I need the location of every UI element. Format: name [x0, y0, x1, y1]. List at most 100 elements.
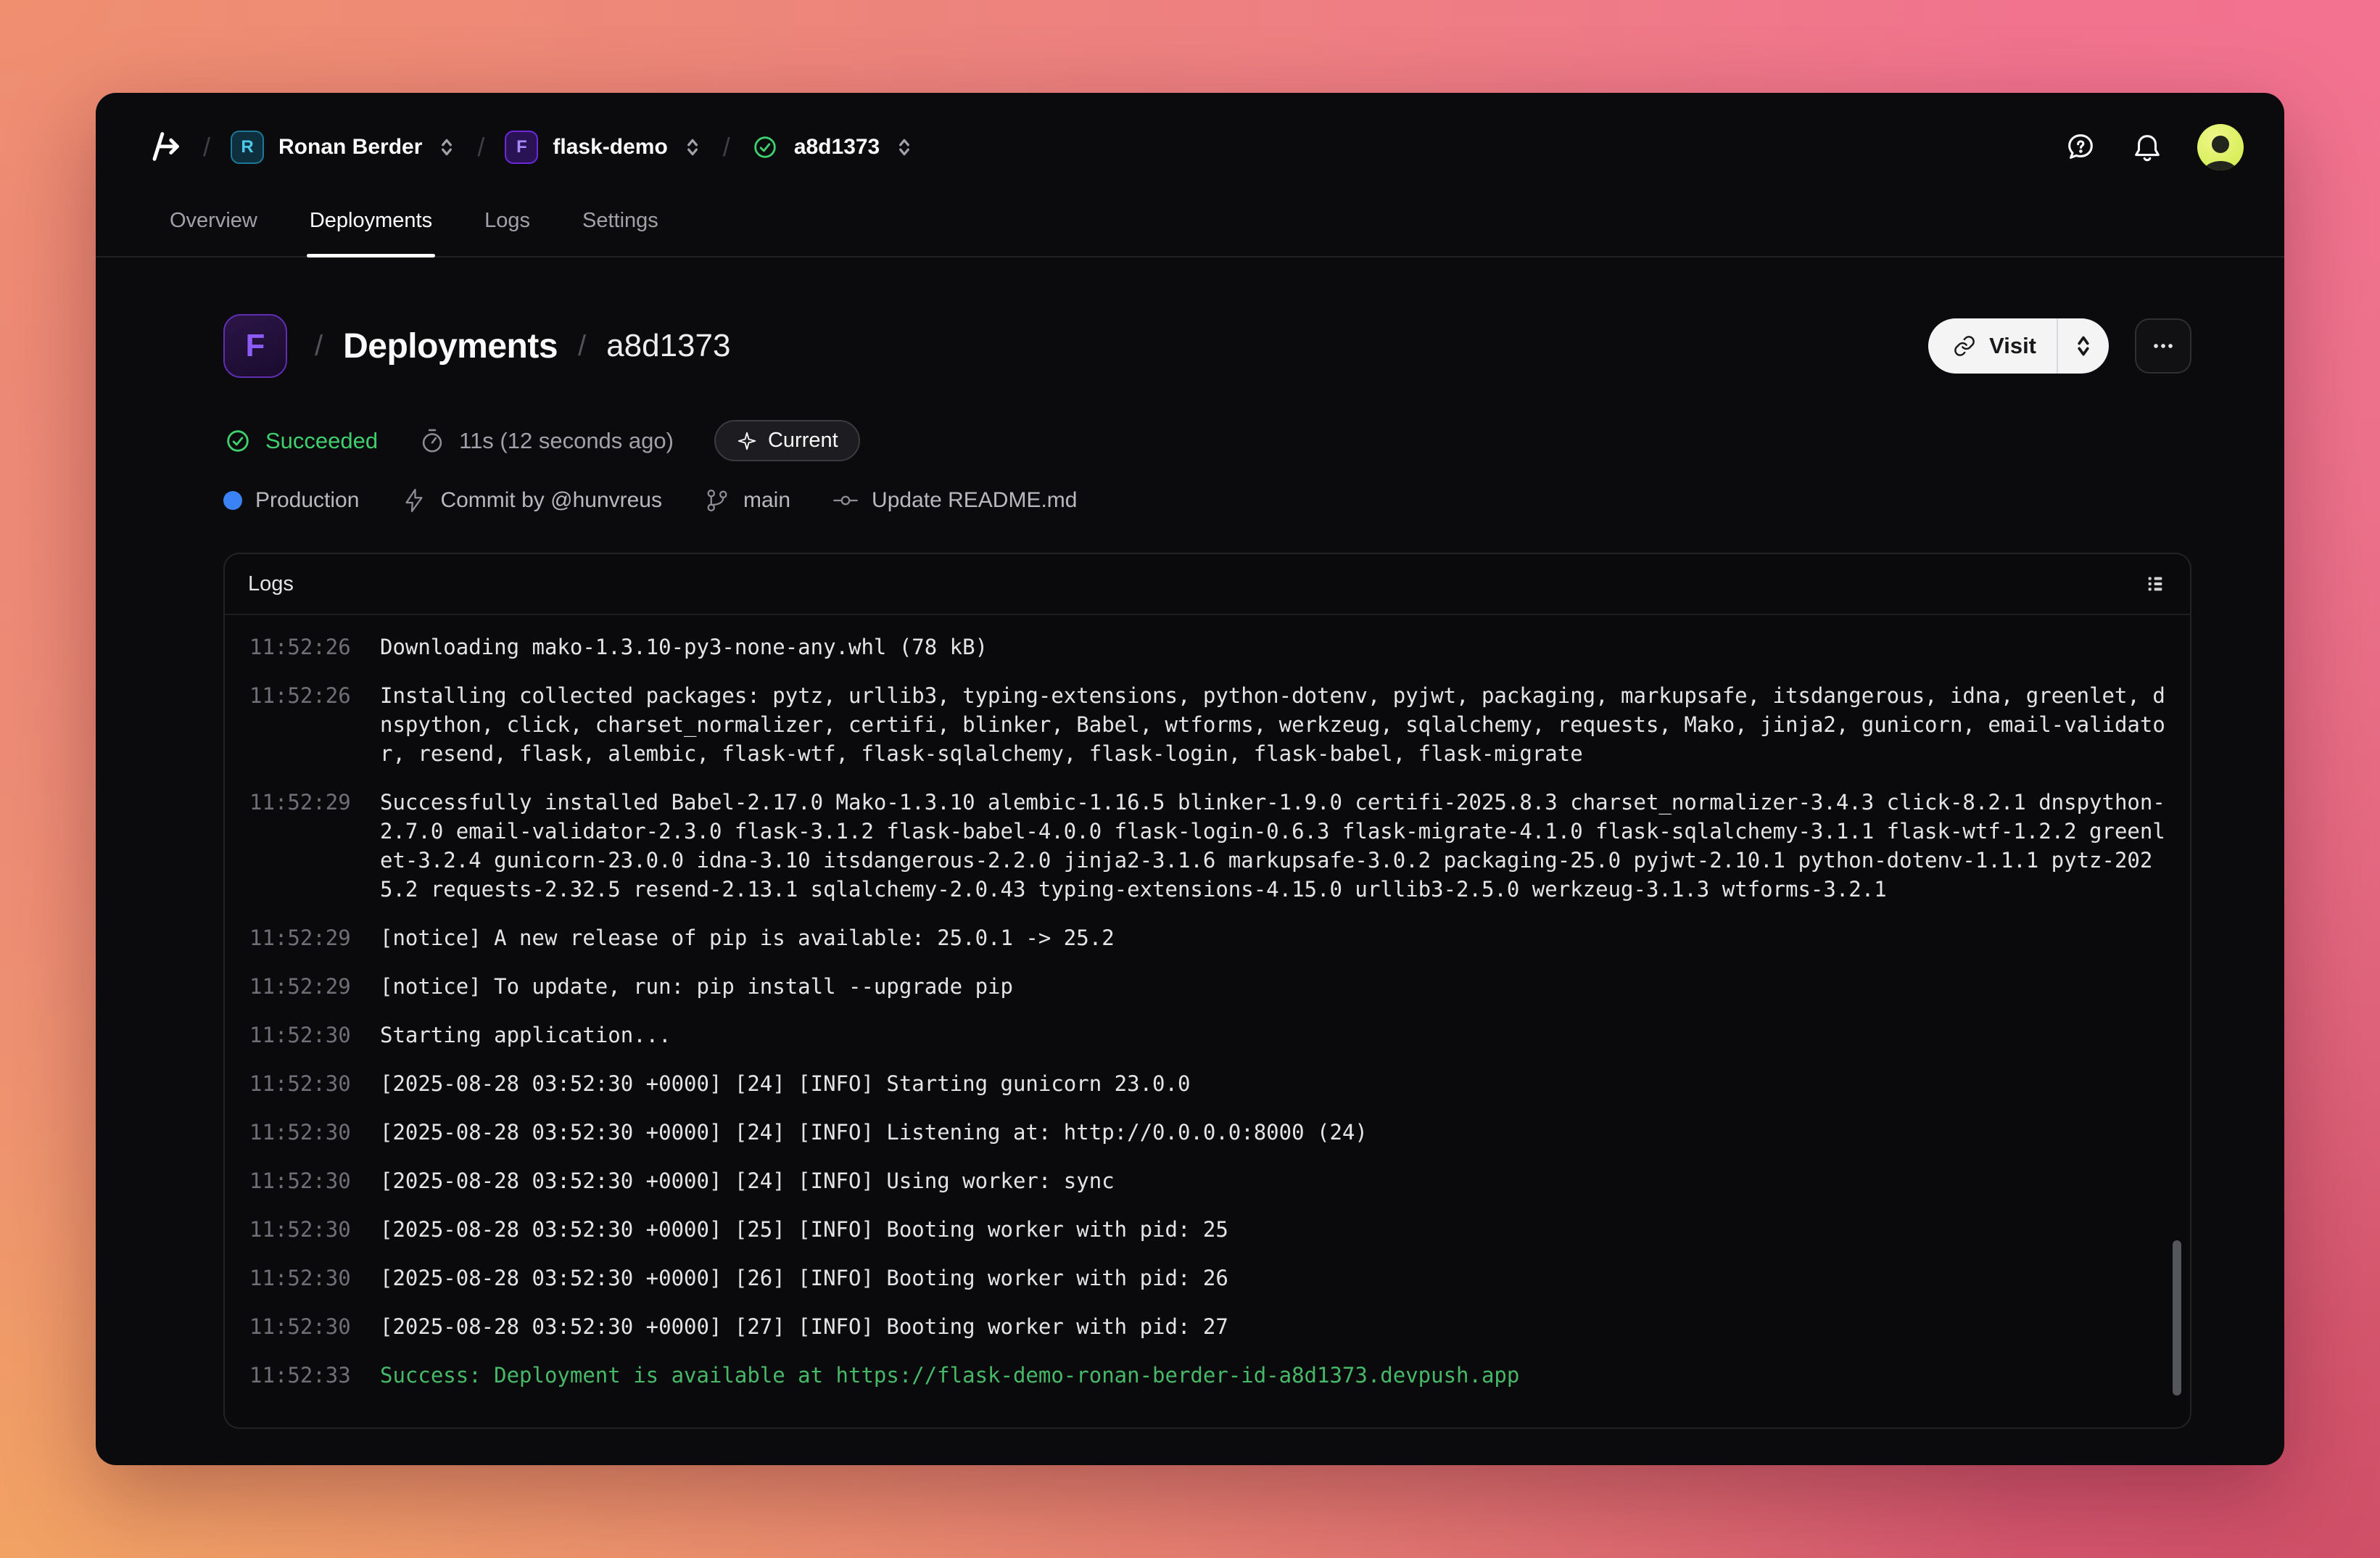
logs-panel-title: Logs: [248, 572, 294, 596]
log-entry: 11:52:29 [notice] A new release of pip i…: [249, 923, 2165, 952]
link-icon: [1953, 334, 1976, 358]
help-bubble-icon: [2064, 131, 2097, 164]
project-badge: F: [505, 131, 538, 164]
branch-item: main: [704, 487, 790, 514]
page-title-group: / Deployments / a8d1373: [315, 326, 730, 366]
log-entry: 11:52:33 Success: Deployment is availabl…: [249, 1361, 2165, 1390]
breadcrumb-separator: /: [200, 132, 213, 162]
environment-label: Production: [255, 488, 359, 513]
tab-overview[interactable]: Overview: [167, 197, 260, 256]
project-name: flask-demo: [553, 135, 667, 160]
chevron-updown-icon: [894, 136, 914, 158]
page-title: Deployments: [343, 326, 558, 366]
person-silhouette-icon: [2197, 127, 2244, 170]
log-message: [2025-08-28 03:52:30 +0000] [24] [INFO] …: [380, 1118, 2165, 1147]
log-timestamp: 11:52:26: [249, 681, 358, 768]
git-branch-icon: [704, 487, 730, 514]
log-timestamp: 11:52:33: [249, 1361, 358, 1390]
log-message: Starting application...: [380, 1021, 2165, 1050]
breadcrumb-org[interactable]: R Ronan Berder: [231, 131, 457, 164]
visit-label: Visit: [1989, 333, 2036, 359]
visit-button[interactable]: Visit: [1928, 318, 2109, 374]
tab-settings[interactable]: Settings: [579, 197, 661, 256]
log-entry: 11:52:29 [notice] To update, run: pip in…: [249, 972, 2165, 1001]
app-window: / R Ronan Berder / F flask-demo / a8d137…: [96, 93, 2284, 1465]
duration-label: 11s (12 seconds ago): [459, 428, 674, 454]
app-logo[interactable]: [145, 128, 183, 166]
logs-scrollbar-thumb[interactable]: [2173, 1240, 2181, 1396]
log-message: [2025-08-28 03:52:30 +0000] [25] [INFO] …: [380, 1215, 2165, 1244]
bell-icon: [2131, 131, 2164, 164]
check-circle-icon: [751, 133, 780, 162]
ellipsis-icon: [2149, 331, 2178, 360]
trigger-item: Commit by @hunvreus: [401, 487, 662, 514]
main-content: F / Deployments / a8d1373 Visit: [96, 257, 2284, 1465]
commit-message-label: Update README.md: [872, 488, 1077, 513]
log-timestamp: 11:52:30: [249, 1166, 358, 1195]
deployment-id: a8d1373: [794, 135, 880, 160]
log-message: [notice] A new release of pip is availab…: [380, 923, 2165, 952]
notifications-button[interactable]: [2131, 131, 2164, 164]
logs-output: 11:52:26 Downloading mako-1.3.10-py3-non…: [225, 615, 2190, 1427]
log-message: [notice] To update, run: pip install --u…: [380, 972, 2165, 1001]
page-header: F / Deployments / a8d1373 Visit: [223, 314, 2191, 378]
timer-icon: [418, 427, 446, 455]
logs-panel: Logs 11:52:26 Downloading mako-1.3.10-py…: [223, 553, 2191, 1429]
log-message: [2025-08-28 03:52:30 +0000] [27] [INFO] …: [380, 1312, 2165, 1341]
title-separator: /: [578, 330, 586, 363]
log-message: [2025-08-28 03:52:30 +0000] [24] [INFO] …: [380, 1166, 2165, 1195]
slash-arrow-logo-icon: [145, 128, 183, 166]
org-badge: R: [231, 131, 264, 164]
chevron-updown-icon: [437, 136, 457, 158]
more-actions-button[interactable]: [2135, 318, 2191, 374]
page-deployment-id: a8d1373: [606, 328, 730, 364]
log-entry: 11:52:26 Installing collected packages: …: [249, 681, 2165, 768]
log-timestamp: 11:52:29: [249, 788, 358, 904]
log-entry: 11:52:30 [2025-08-28 03:52:30 +0000] [25…: [249, 1215, 2165, 1244]
log-timestamp: 11:52:30: [249, 1215, 358, 1244]
navbar-actions: [2064, 124, 2244, 170]
current-label: Current: [768, 429, 838, 453]
commit-message-item: Update README.md: [832, 487, 1077, 514]
environment-dot-icon: [223, 491, 242, 510]
breadcrumb-deployment[interactable]: a8d1373: [751, 133, 914, 162]
log-message: Success: Deployment is available at http…: [380, 1361, 2165, 1390]
log-entry: 11:52:30 [2025-08-28 03:52:30 +0000] [27…: [249, 1312, 2165, 1341]
breadcrumb-project[interactable]: F flask-demo: [505, 131, 702, 164]
chevron-updown-icon: [682, 136, 703, 158]
log-message: [2025-08-28 03:52:30 +0000] [26] [INFO] …: [380, 1264, 2165, 1293]
tab-logs[interactable]: Logs: [482, 197, 533, 256]
project-logo: F: [223, 314, 287, 378]
logs-view-toggle-button[interactable]: [2144, 572, 2167, 595]
deployment-meta-row: Production Commit by @hunvreus main: [223, 487, 2191, 514]
primary-tabs: Overview Deployments Logs Settings: [96, 197, 2284, 257]
help-button[interactable]: [2064, 131, 2097, 164]
log-entry: 11:52:30 Starting application...: [249, 1021, 2165, 1050]
sparkle-icon: [736, 430, 758, 452]
git-commit-icon: [832, 487, 859, 514]
log-entry: 11:52:30 [2025-08-28 03:52:30 +0000] [24…: [249, 1118, 2165, 1147]
org-name: Ronan Berder: [278, 135, 422, 160]
log-entry: 11:52:30 [2025-08-28 03:52:30 +0000] [24…: [249, 1069, 2165, 1098]
log-entry: 11:52:26 Downloading mako-1.3.10-py3-non…: [249, 632, 2165, 661]
environment-item: Production: [223, 488, 359, 513]
lightning-icon: [401, 487, 427, 514]
chevron-updown-icon: [2058, 318, 2109, 374]
log-timestamp: 11:52:30: [249, 1118, 358, 1147]
branch-label: main: [743, 488, 790, 513]
logs-panel-header: Logs: [225, 554, 2190, 615]
log-timestamp: 11:52:30: [249, 1069, 358, 1098]
log-entry: 11:52:30 [2025-08-28 03:52:30 +0000] [24…: [249, 1166, 2165, 1195]
breadcrumb-separator: /: [474, 132, 487, 162]
log-entry: 11:52:30 [2025-08-28 03:52:30 +0000] [26…: [249, 1264, 2165, 1293]
log-message: Successfully installed Babel-2.17.0 Mako…: [380, 788, 2165, 904]
user-avatar[interactable]: [2197, 124, 2244, 170]
deployment-status-row: Succeeded 11s (12 seconds ago) Current: [223, 420, 2191, 461]
log-timestamp: 11:52:30: [249, 1021, 358, 1050]
tab-deployments[interactable]: Deployments: [307, 197, 435, 256]
log-message: Installing collected packages: pytz, url…: [380, 681, 2165, 768]
log-timestamp: 11:52:30: [249, 1264, 358, 1293]
title-separator: /: [315, 330, 323, 363]
log-timestamp: 11:52:26: [249, 632, 358, 661]
log-message: [2025-08-28 03:52:30 +0000] [24] [INFO] …: [380, 1069, 2165, 1098]
